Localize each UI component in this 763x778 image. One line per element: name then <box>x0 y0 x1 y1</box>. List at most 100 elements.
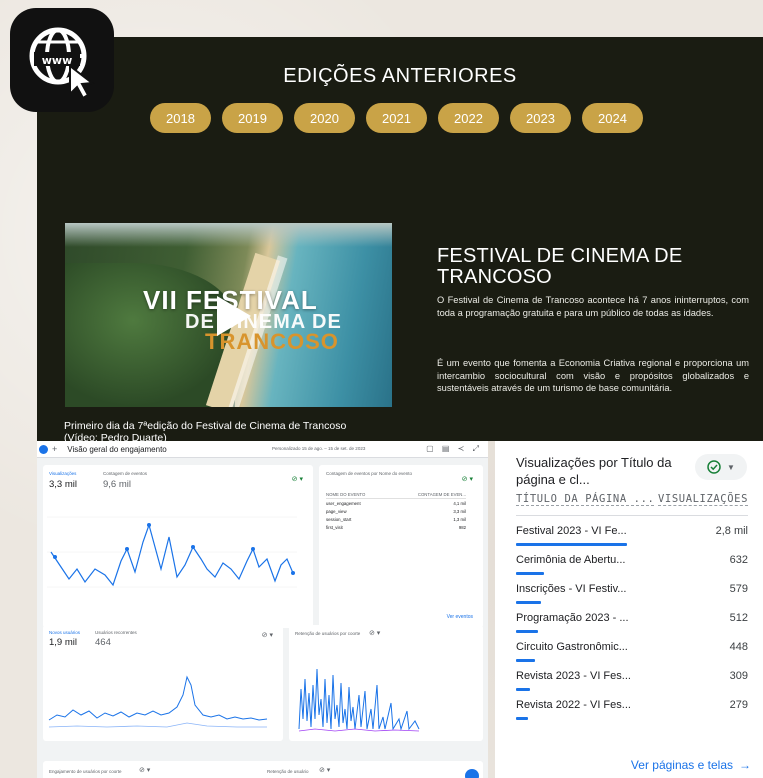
events-col-count: CONTAGEM DE EVEN... <box>417 492 466 497</box>
event-name: page_view <box>326 508 347 514</box>
views-line-chart <box>47 516 297 588</box>
arrow-right-icon: → <box>739 758 751 772</box>
engagement-cohort-card: Engajamento de usuários por coorte ⊘ ▾ <box>43 761 283 778</box>
views-cell: 512 <box>729 612 748 624</box>
views-by-page-card: Visualizações por Título da página e cl.… <box>495 441 763 778</box>
section-heading: EDIÇÕES ANTERIORES <box>283 65 517 87</box>
status-check-icon[interactable]: ⊘ ▾ <box>319 766 330 774</box>
events-card-title: Contagem de eventos por Nome do evento <box>326 471 413 476</box>
view-pages-link-label: Ver páginas e telas <box>630 758 733 772</box>
year-button-2024[interactable]: 2024 <box>582 103 643 133</box>
panel-title: Visualizações por Título da página e cl.… <box>516 455 672 487</box>
views-bar <box>516 717 528 720</box>
page-title-cell: Circuito Gastronômic... <box>516 641 628 653</box>
table-row[interactable]: Inscrições - VI Festiv... 579 <box>516 579 748 608</box>
status-check-icon[interactable]: ⊘ ▾ <box>369 629 380 637</box>
events-table: NOME DO EVENTO CONTAGEM DE EVEN... user_… <box>326 491 466 531</box>
views-bar <box>516 543 627 546</box>
event-count: 4,1 mil <box>453 500 466 506</box>
year-button-2023[interactable]: 2023 <box>510 103 571 133</box>
event-name: user_engagement <box>326 500 361 506</box>
status-check-icon[interactable]: ⊘ ▾ <box>262 631 273 639</box>
status-check-icon[interactable]: ⊘ ▾ <box>139 766 150 774</box>
status-filter-dropdown[interactable]: ▼ <box>695 454 747 480</box>
page-title-cell: Revista 2023 - VI Fes... <box>516 670 631 682</box>
toolbar-icons[interactable]: ▢ ▤ ≺ ⤢ <box>426 444 482 454</box>
event-count-label: Contagem de eventos <box>103 471 148 476</box>
views-cell: 632 <box>729 554 748 566</box>
video-player[interactable]: VII FESTIVAL DE CINEMA DE TRANCOSO <box>65 223 392 407</box>
events-col-name: NOME DO EVENTO <box>326 492 366 497</box>
views-bar <box>516 572 544 575</box>
page-title-cell: Inscrições - VI Festiv... <box>516 583 627 595</box>
year-button-2021[interactable]: 2021 <box>366 103 427 133</box>
view-events-link[interactable]: Ver eventos <box>447 614 473 620</box>
views-bar <box>516 688 530 691</box>
dashboard-title: Visão geral do engajamento <box>67 444 167 454</box>
views-bar <box>516 601 541 604</box>
views-value: 3,3 mil <box>49 479 77 490</box>
user-retention-card: Retenção de usuário ⊘ ▾ <box>259 761 483 778</box>
views-cell: 2,8 mil <box>715 525 748 537</box>
page-title-cell: Programação 2023 - ... <box>516 612 629 624</box>
year-button-2022[interactable]: 2022 <box>438 103 499 133</box>
year-buttons: 2018 2019 2020 2021 2022 2023 2024 <box>150 103 643 133</box>
views-bar <box>516 630 538 633</box>
table-row[interactable]: session_start 1,3 mil <box>326 515 466 523</box>
user-retention-title: Retenção de usuário <box>267 769 309 774</box>
retention-cohort-card: Retenção de usuários por coorte ⊘ ▾ <box>289 625 483 741</box>
retention-bar-chart <box>298 668 420 732</box>
event-name: first_visit <box>326 524 343 530</box>
event-name: session_start <box>326 516 352 522</box>
new-users-line-chart <box>48 675 268 728</box>
retention-cohort-title: Retenção de usuários por coorte <box>295 631 361 636</box>
date-range[interactable]: Personalizado 15 de ago. – 15 de set. de… <box>272 446 365 451</box>
view-pages-link[interactable]: Ver páginas e telas → <box>631 758 751 772</box>
chevron-down-icon: ▼ <box>727 462 735 472</box>
views-bar <box>516 659 535 662</box>
col-views-label: VISUALIZAÇÕES <box>658 493 748 506</box>
col-page-title[interactable]: TÍTULO DA PÁGINA ... <box>516 493 655 506</box>
year-button-2018[interactable]: 2018 <box>150 103 211 133</box>
events-table-header: NOME DO EVENTO CONTAGEM DE EVEN... <box>326 491 466 499</box>
year-button-2020[interactable]: 2020 <box>294 103 355 133</box>
add-icon[interactable]: + <box>52 444 57 454</box>
views-cell: 279 <box>729 699 748 711</box>
table-row[interactable]: Revista 2023 - VI Fes... 309 <box>516 666 748 695</box>
analytics-dashboard: + Visão geral do engajamento Personaliza… <box>37 441 488 778</box>
table-row[interactable]: Circuito Gastronômic... 448 <box>516 637 748 666</box>
page-title-cell: Festival 2023 - VI Fe... <box>516 525 627 537</box>
video-sky <box>65 223 392 247</box>
new-users-label: Novos usuários <box>49 630 81 635</box>
views-cell: 309 <box>729 670 748 682</box>
play-icon[interactable] <box>210 293 256 339</box>
views-card: Visualizações 3,3 mil Contagem de evento… <box>43 465 313 628</box>
table-row[interactable]: Programação 2023 - ... 512 <box>516 608 748 637</box>
table-row[interactable]: Festival 2023 - VI Fe... 2,8 mil <box>516 521 748 550</box>
views-cell: 448 <box>729 641 748 653</box>
table-row[interactable]: first_visit 982 <box>326 523 466 531</box>
help-fab[interactable] <box>465 769 479 778</box>
page-title-cell: Revista 2022 - VI Fes... <box>516 699 631 711</box>
page-title-cell: Cerimônia de Abertu... <box>516 554 626 566</box>
table-row[interactable]: Revista 2022 - VI Fes... 279 <box>516 695 748 724</box>
status-check-icon[interactable]: ⊘ ▾ <box>462 475 473 483</box>
dashboard-status-icon <box>39 444 48 454</box>
col-page-title-label: TÍTULO DA PÁGINA ... <box>516 493 655 506</box>
svg-text:www: www <box>42 54 73 67</box>
events-by-name-card: Contagem de eventos por Nome do evento ⊘… <box>319 465 483 628</box>
table-row[interactable]: Cerimônia de Abertu... 632 <box>516 550 748 579</box>
header-divider <box>516 515 748 516</box>
table-row[interactable]: user_engagement 4,1 mil <box>326 499 466 507</box>
www-globe-icon: www <box>10 8 114 112</box>
status-check-icon[interactable]: ⊘ ▾ <box>292 475 303 483</box>
festival-paragraph-1: O Festival de Cinema de Trancoso acontec… <box>437 295 749 318</box>
views-cell: 579 <box>729 583 748 595</box>
year-button-2019[interactable]: 2019 <box>222 103 283 133</box>
event-count: 1,3 mil <box>453 516 466 522</box>
dashboard-toolbar: + Visão geral do engajamento Personaliza… <box>37 441 488 458</box>
engagement-cohort-title: Engajamento de usuários por coorte <box>49 769 122 774</box>
festival-website: EDIÇÕES ANTERIORES 2018 2019 2020 2021 2… <box>37 37 763 444</box>
table-row[interactable]: page_view 3,3 mil <box>326 507 466 515</box>
col-views[interactable]: VISUALIZAÇÕES <box>658 493 748 506</box>
